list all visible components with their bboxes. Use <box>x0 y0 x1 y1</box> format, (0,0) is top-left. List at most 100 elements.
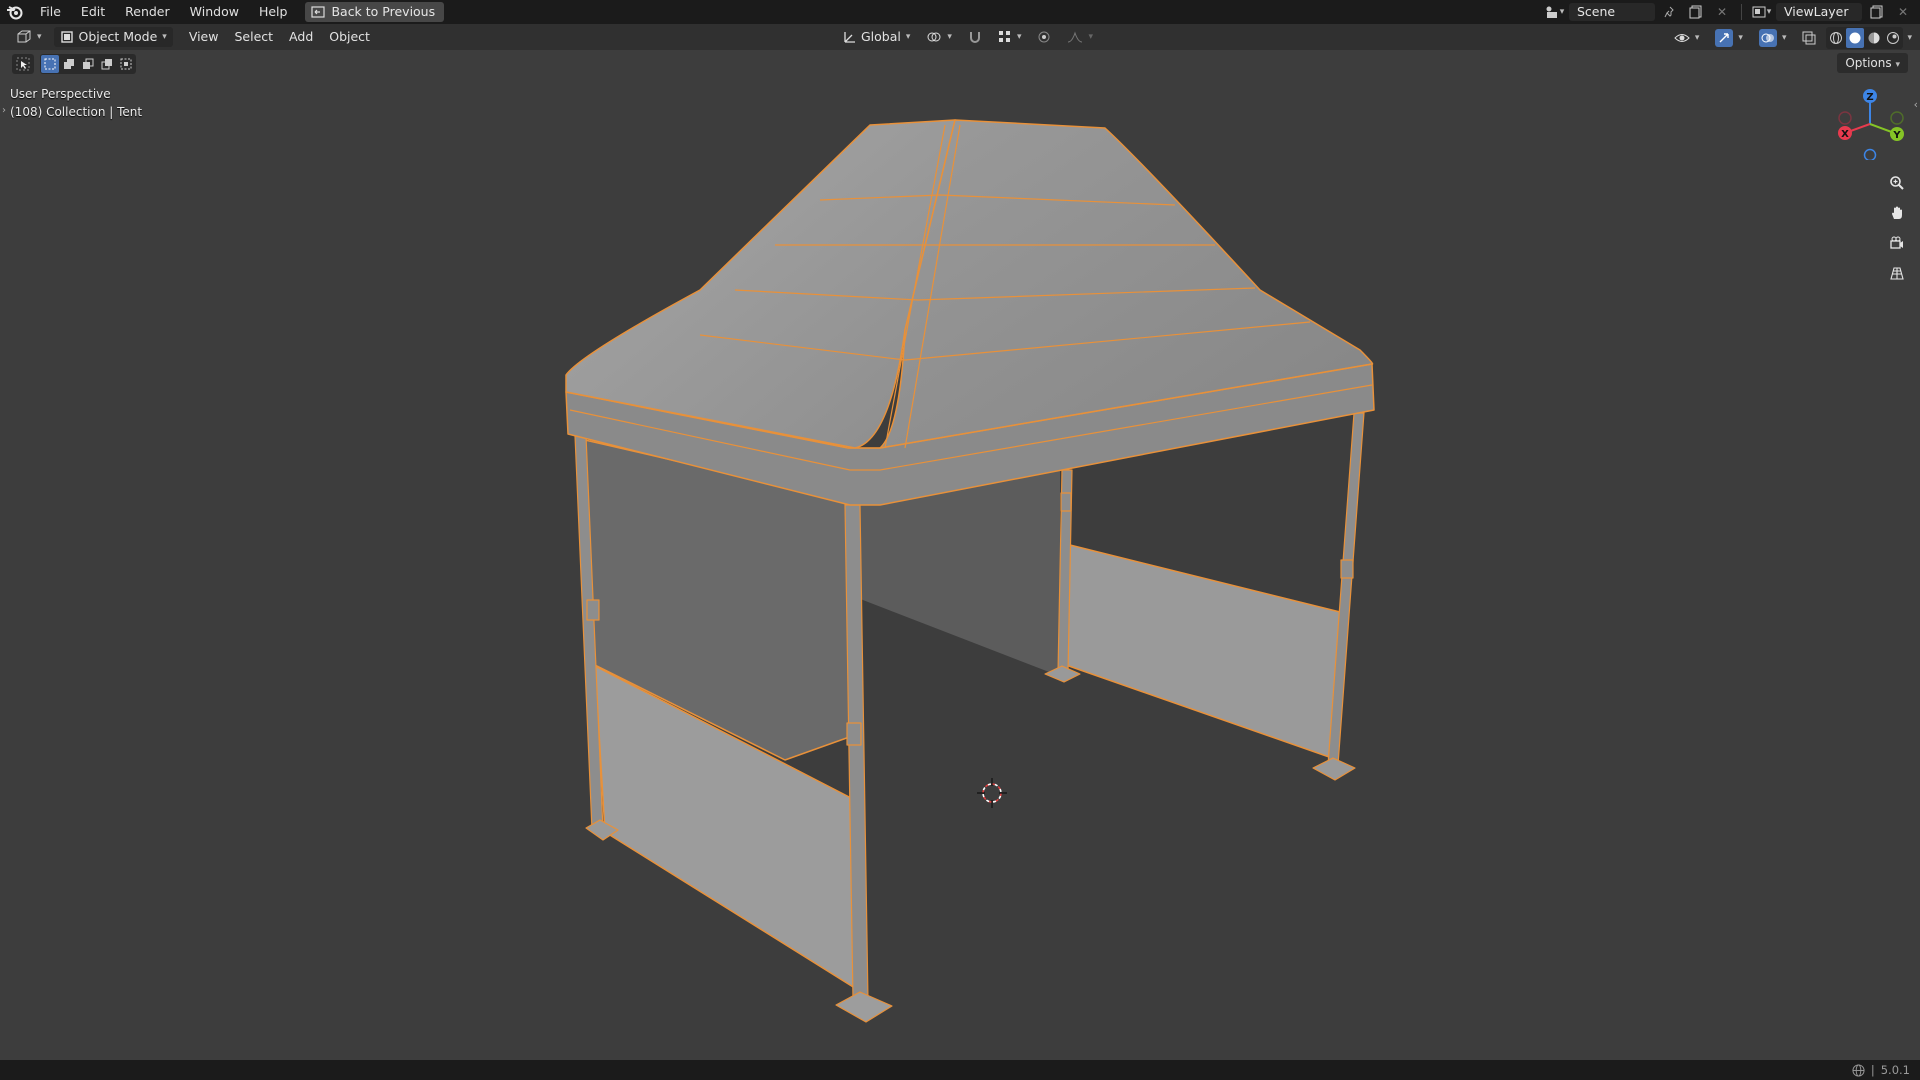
axis-neg-y-icon[interactable] <box>1890 111 1904 125</box>
magnet-icon <box>969 32 980 43</box>
orientation-icon <box>844 32 855 43</box>
divider <box>1741 4 1742 20</box>
visibility-dropdown[interactable]: ▾ <box>1668 28 1706 48</box>
grid-snap-icon <box>998 31 1010 42</box>
remove-view-layer-icon[interactable]: ✕ <box>1892 2 1914 22</box>
view-layer-icon[interactable]: ▾ <box>1750 2 1772 22</box>
falloff-icon <box>1068 31 1083 43</box>
tool-row <box>12 54 136 74</box>
select-new-icon[interactable] <box>41 55 59 73</box>
overlays-toggle[interactable]: ▾ <box>1753 28 1793 48</box>
camera-view-icon[interactable] <box>1884 230 1910 256</box>
axis-neg-x-icon[interactable] <box>1838 111 1852 125</box>
proportional-edit-toggle[interactable] <box>1031 27 1057 47</box>
mode-label: Object Mode <box>78 29 158 44</box>
pan-hand-icon[interactable] <box>1884 200 1910 226</box>
material-shading-icon[interactable] <box>1865 28 1883 48</box>
new-view-layer-icon[interactable] <box>1866 2 1888 22</box>
axis-z-label: Z <box>1866 92 1873 103</box>
new-scene-icon[interactable] <box>1685 2 1707 22</box>
view-layer-field[interactable]: ViewLayer <box>1776 3 1862 21</box>
3d-viewport[interactable]: Options ▾ User Perspective (108) Collect… <box>0 50 1920 1060</box>
wireframe-shading-icon[interactable] <box>1827 28 1845 48</box>
tent-roof-left-face <box>565 119 956 449</box>
navigation-gizmo[interactable]: Z X Y <box>1834 88 1906 160</box>
scene-field[interactable]: Scene <box>1569 3 1655 21</box>
globe-icon <box>1852 1063 1865 1077</box>
chevron-down-icon: ▾ <box>1895 60 1900 70</box>
select-extend-icon[interactable] <box>60 55 78 73</box>
select-tool-button[interactable] <box>12 54 34 74</box>
axis-neg-z-icon[interactable] <box>1863 148 1877 161</box>
rendered-shading-icon[interactable] <box>1884 28 1902 48</box>
tent-pole-back-right <box>1327 412 1365 766</box>
scene-icon[interactable]: ▾ <box>1543 2 1565 22</box>
scene-controls: ▾ Scene ✕ ▾ ViewLayer ✕ <box>1543 0 1920 24</box>
select-subtract-icon[interactable] <box>79 55 97 73</box>
axis-y-label: Y <box>1892 130 1901 141</box>
transform-orientation-dropdown[interactable]: Global ▾ <box>836 27 916 47</box>
viewport-display-controls: ▾ ▾ ▾ ▾ <box>1668 27 1912 49</box>
selection-mode-group <box>40 54 136 74</box>
snap-target-dropdown[interactable]: ▾ <box>992 27 1028 47</box>
orthographic-toggle-icon[interactable] <box>1884 260 1910 286</box>
overlays-icon <box>1758 29 1777 47</box>
pin-icon[interactable] <box>1659 2 1681 22</box>
tent-pole-joint <box>586 599 600 621</box>
tent-pole-joint <box>1060 492 1072 512</box>
menu-help[interactable]: Help <box>249 0 298 24</box>
menu-render[interactable]: Render <box>115 0 180 24</box>
xray-toggle[interactable] <box>1796 28 1822 48</box>
viewport-canvas[interactable] <box>0 50 1920 1060</box>
menu-select[interactable]: Select <box>226 26 281 48</box>
zoom-icon[interactable] <box>1884 170 1910 196</box>
menu-file[interactable]: File <box>30 0 71 24</box>
xray-icon <box>1802 31 1816 45</box>
solid-shading-icon[interactable] <box>1846 28 1865 48</box>
tent-pole-joint <box>1340 559 1354 579</box>
shading-modes <box>1826 27 1904 49</box>
pivot-icon <box>927 32 941 42</box>
menu-edit[interactable]: Edit <box>71 0 115 24</box>
chevron-down-icon: ▾ <box>162 32 167 42</box>
blender-logo-icon[interactable] <box>0 0 30 24</box>
gizmo-toggle[interactable]: ▾ <box>1709 28 1749 48</box>
tent-pole-joint <box>846 722 862 746</box>
remove-scene-icon[interactable]: ✕ <box>1711 2 1733 22</box>
editor-type-icon <box>17 30 31 43</box>
viewport-info-overlay: User Perspective (108) Collection | Tent <box>10 85 142 121</box>
viewport-header: ▾ Object Mode ▾ View Select Add Object G… <box>0 24 1920 50</box>
pivot-dropdown[interactable]: ▾ <box>920 27 958 47</box>
transform-controls: Global ▾ ▾ ▾ ▾ <box>836 27 1099 47</box>
tent-back-right-panel <box>1065 544 1341 759</box>
status-bar: | 5.0.1 <box>0 1060 1920 1080</box>
eye-icon <box>1674 34 1690 42</box>
falloff-dropdown[interactable]: ▾ <box>1061 27 1099 47</box>
3d-cursor-icon <box>977 778 1007 808</box>
select-intersect-icon[interactable] <box>117 55 135 73</box>
status-divider: | <box>1870 1063 1875 1077</box>
chevron-right-icon[interactable]: › <box>2 105 6 116</box>
proportional-edit-icon <box>1038 31 1050 43</box>
editor-type-dropdown[interactable]: ▾ <box>10 27 48 47</box>
tent-model[interactable] <box>565 119 1375 1023</box>
select-invert-icon[interactable] <box>98 55 116 73</box>
gizmo-icon <box>1715 29 1734 47</box>
object-mode-icon <box>60 31 73 43</box>
options-dropdown[interactable]: Options ▾ <box>1837 53 1908 73</box>
menu-view[interactable]: View <box>181 26 227 48</box>
shading-dropdown-icon[interactable]: ▾ <box>1907 33 1912 43</box>
back-to-previous-button[interactable]: Back to Previous <box>305 2 445 22</box>
back-button-label: Back to Previous <box>331 4 436 19</box>
tent-foot-back-right <box>1312 757 1356 781</box>
menu-object[interactable]: Object <box>321 26 378 48</box>
cursor-arrow-icon <box>16 57 30 71</box>
snap-toggle[interactable] <box>962 27 988 47</box>
options-label: Options <box>1845 56 1892 70</box>
axis-x-label: X <box>1841 129 1849 140</box>
orientation-label: Global <box>861 29 901 44</box>
chevron-left-icon[interactable]: ‹ <box>1914 98 1918 111</box>
menu-window[interactable]: Window <box>180 0 249 24</box>
menu-add[interactable]: Add <box>281 26 321 48</box>
mode-dropdown[interactable]: Object Mode ▾ <box>53 27 173 47</box>
